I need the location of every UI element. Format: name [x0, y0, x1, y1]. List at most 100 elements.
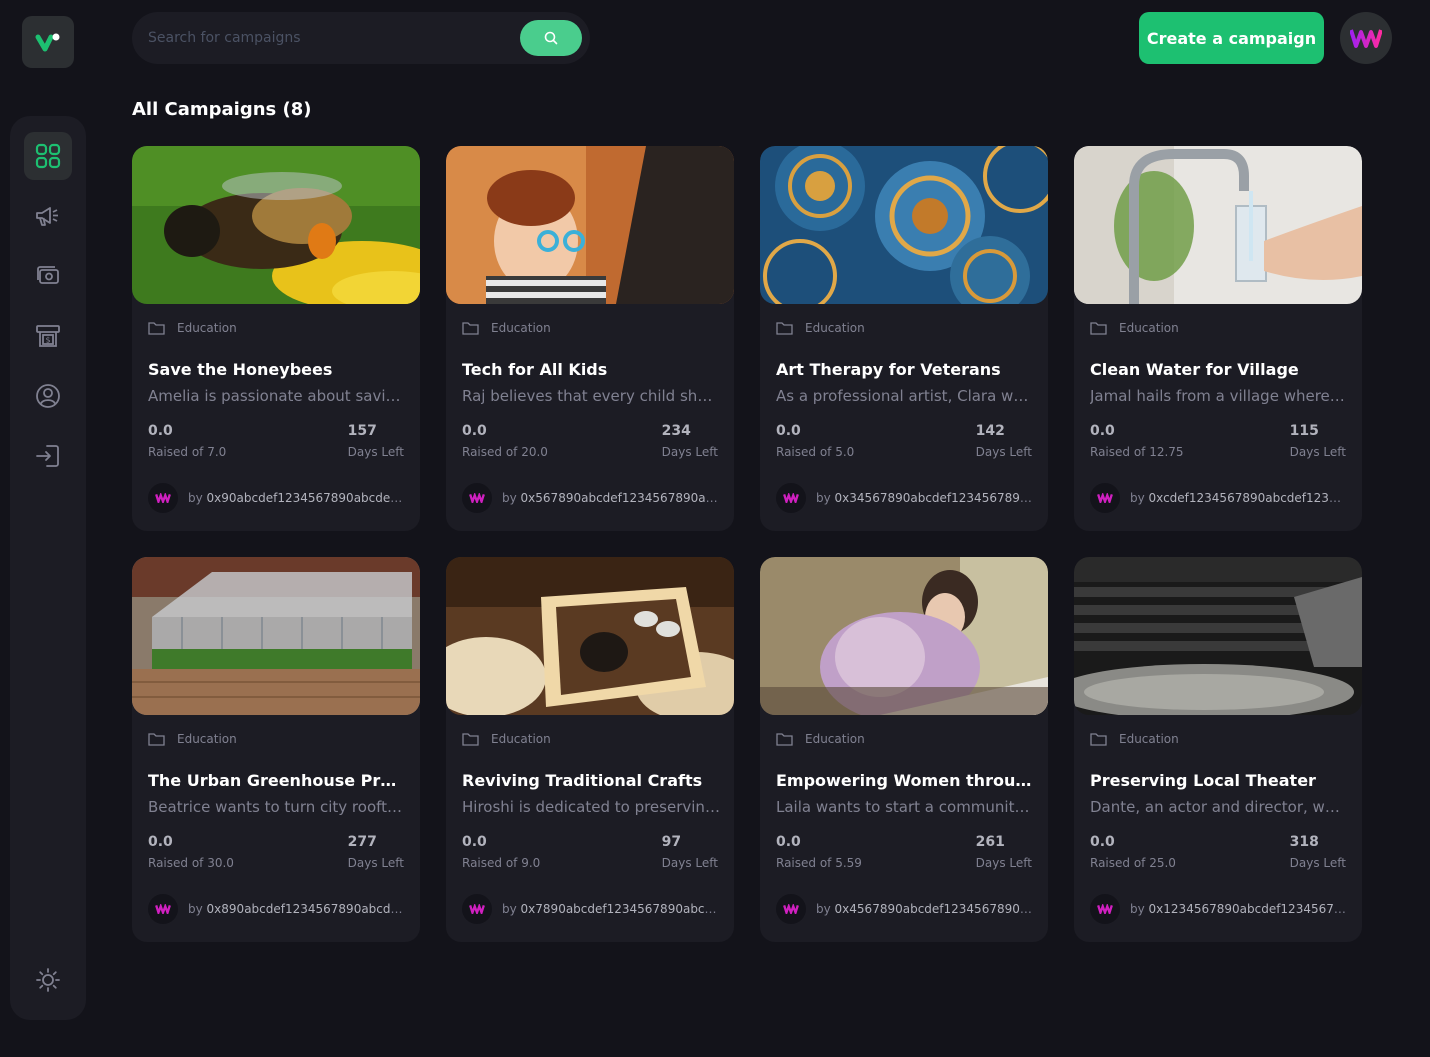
campaign-image — [760, 557, 1048, 715]
sidebar-item-logout[interactable] — [24, 432, 72, 480]
sidebar-item-dashboard[interactable] — [24, 132, 72, 180]
brand-logo-icon — [469, 904, 485, 914]
sidebar-item-campaigns[interactable] — [24, 192, 72, 240]
amount-raised: 0.0 — [148, 834, 173, 850]
campaign-description: Laila wants to start a community literac… — [776, 798, 1034, 816]
folder-icon — [776, 322, 793, 335]
search-icon — [544, 31, 558, 45]
campaign-description: Beatrice wants to turn city rooftops int… — [148, 798, 406, 816]
brand-logo-icon — [783, 493, 799, 503]
owner-avatar — [148, 894, 178, 924]
owner-address: by 0xcdef1234567890abcdef1234567890abcde… — [1130, 491, 1348, 505]
days-left-value: 318 — [1289, 834, 1319, 850]
folder-icon — [462, 733, 479, 746]
page-title: All Campaigns (8) — [132, 99, 312, 120]
campaign-card[interactable]: Education Preserving Local Theater Dante… — [1074, 557, 1362, 942]
campaign-category: Education — [1119, 732, 1179, 746]
amount-raised: 0.0 — [1090, 423, 1115, 439]
owner-address: by 0x567890abcdef1234567890abcdef1234567… — [502, 491, 720, 505]
sidebar-item-payment[interactable] — [24, 252, 72, 300]
app-logo[interactable] — [22, 16, 74, 68]
campaign-title: Reviving Traditional Crafts — [462, 771, 703, 790]
svg-text:$: $ — [45, 336, 50, 345]
days-left-label: Days Left — [661, 856, 718, 870]
owner-avatar — [1090, 894, 1120, 924]
campaign-image — [132, 557, 420, 715]
logo-icon — [35, 33, 60, 52]
sidebar-item-profile[interactable] — [24, 372, 72, 420]
campaign-card[interactable]: Education Art Therapy for Veterans As a … — [760, 146, 1048, 531]
days-left-value: 234 — [661, 423, 691, 439]
brand-logo-icon — [155, 493, 171, 503]
campaign-grid: Education Save the Honeybees Amelia is p… — [132, 146, 1362, 942]
folder-icon — [776, 733, 793, 746]
campaign-title: Clean Water for Village — [1090, 360, 1299, 379]
brand-logo-icon — [1097, 904, 1113, 914]
create-campaign-button[interactable]: Create a campaign — [1139, 12, 1324, 64]
folder-icon — [462, 322, 479, 335]
campaign-card[interactable]: Education Tech for All Kids Raj believes… — [446, 146, 734, 531]
owner-avatar — [1090, 483, 1120, 513]
target-label: Raised of 12.75 — [1090, 445, 1184, 459]
campaign-card[interactable]: Education Clean Water for Village Jamal … — [1074, 146, 1362, 531]
days-left-label: Days Left — [975, 856, 1032, 870]
campaign-image — [446, 146, 734, 304]
amount-raised: 0.0 — [462, 423, 487, 439]
profile-icon — [36, 384, 60, 408]
brand-logo-icon — [155, 904, 171, 914]
owner-address: by 0x890abcdef1234567890abcdef1234567890… — [188, 902, 406, 916]
folder-icon — [148, 733, 165, 746]
days-left-label: Days Left — [347, 445, 404, 459]
brand-logo-icon — [1350, 29, 1382, 48]
campaign-card[interactable]: Education Empowering Women through Liter… — [760, 557, 1048, 942]
owner-address: by 0x4567890abcdef1234567890abcdef123456… — [816, 902, 1034, 916]
days-left-value: 277 — [347, 834, 377, 850]
target-label: Raised of 9.0 — [462, 856, 541, 870]
campaign-card[interactable]: Education The Urban Greenhouse Project B… — [132, 557, 420, 942]
campaign-card[interactable]: Education Reviving Traditional Crafts Hi… — [446, 557, 734, 942]
owner-address: by 0x90abcdef1234567890abcdef1234567890a… — [188, 491, 406, 505]
days-left-label: Days Left — [347, 856, 404, 870]
sidebar-item-withdraw[interactable]: $ — [24, 312, 72, 360]
days-left-value: 157 — [347, 423, 377, 439]
campaign-title: Tech for All Kids — [462, 360, 608, 379]
brand-logo-icon — [783, 904, 799, 914]
folder-icon — [148, 322, 165, 335]
owner-avatar — [776, 894, 806, 924]
folder-icon — [1090, 322, 1107, 335]
search-input[interactable] — [148, 26, 508, 50]
campaign-image — [132, 146, 420, 304]
target-label: Raised of 5.59 — [776, 856, 862, 870]
campaign-description: Raj believes that every child should hav… — [462, 387, 720, 405]
campaign-image — [1074, 557, 1362, 715]
owner-address: by 0x7890abcdef1234567890abcdef123456789… — [502, 902, 720, 916]
campaign-card[interactable]: Education Save the Honeybees Amelia is p… — [132, 146, 420, 531]
owner-address: by 0x34567890abcdef1234567890abcdef12345… — [816, 491, 1034, 505]
campaign-category: Education — [177, 321, 237, 335]
owner-avatar — [148, 483, 178, 513]
folder-icon — [1090, 733, 1107, 746]
days-left-label: Days Left — [661, 445, 718, 459]
target-label: Raised of 20.0 — [462, 445, 548, 459]
profile-avatar-button[interactable] — [1340, 12, 1392, 64]
amount-raised: 0.0 — [148, 423, 173, 439]
campaign-description: As a professional artist, Clara wants to… — [776, 387, 1034, 405]
target-label: Raised of 7.0 — [148, 445, 227, 459]
search-button[interactable] — [520, 20, 582, 56]
campaign-description: Hiroshi is dedicated to preserving tradi… — [462, 798, 720, 816]
amount-raised: 0.0 — [776, 423, 801, 439]
owner-avatar — [776, 483, 806, 513]
days-left-value: 261 — [975, 834, 1005, 850]
days-left-label: Days Left — [975, 445, 1032, 459]
amount-raised: 0.0 — [1090, 834, 1115, 850]
campaign-description: Dante, an actor and director, wants to s… — [1090, 798, 1348, 816]
campaign-description: Jamal hails from a village where clean w… — [1090, 387, 1348, 405]
campaign-image — [760, 146, 1048, 304]
campaign-category: Education — [1119, 321, 1179, 335]
owner-address: by 0x1234567890abcdef1234567890abcdef123… — [1130, 902, 1348, 916]
campaign-image — [1074, 146, 1362, 304]
days-left-value: 142 — [975, 423, 1005, 439]
amount-raised: 0.0 — [462, 834, 487, 850]
theme-toggle[interactable] — [24, 956, 72, 1004]
campaign-description: Amelia is passionate about saving the be… — [148, 387, 406, 405]
